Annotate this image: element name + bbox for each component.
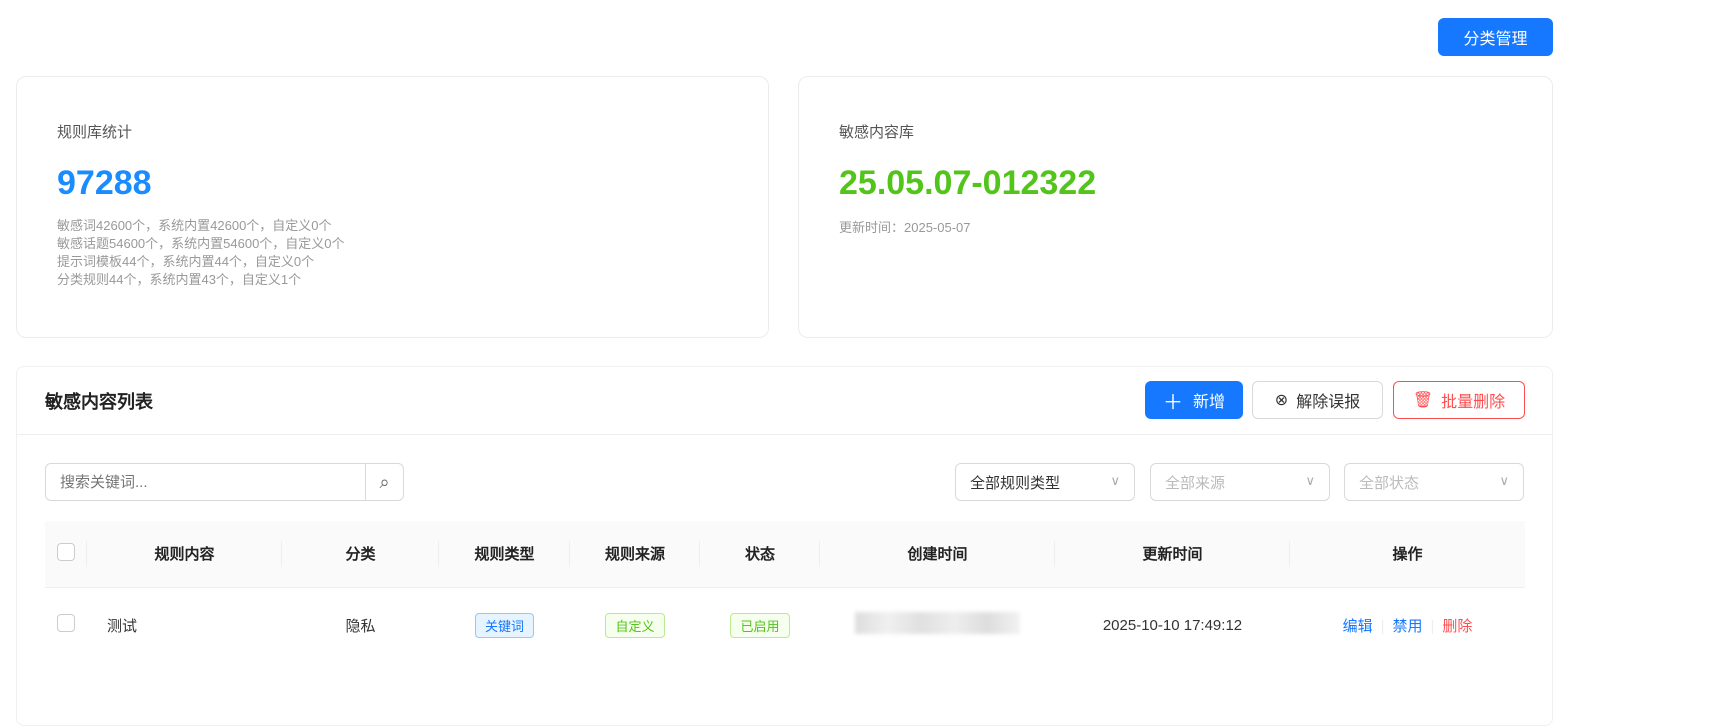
stat-line: 提示词模板44个，系统内置44个，自定义0个	[57, 254, 315, 269]
col-type: 规则类型	[439, 521, 570, 587]
created-time-redacted	[855, 612, 1020, 635]
chevron-down-icon: ∨	[1499, 473, 1509, 488]
type-tag: 关键词	[474, 612, 534, 638]
col-category: 分类	[282, 521, 439, 587]
stat-line: 敏感话题54600个，系统内置54600个，自定义0个	[57, 236, 345, 251]
total-count: 97288	[57, 164, 152, 202]
search-icon[interactable]: ⌕	[365, 464, 403, 500]
trash-icon: 🗑	[1412, 392, 1434, 409]
row-checkbox[interactable]	[57, 614, 75, 633]
select-all-checkbox[interactable]	[57, 542, 75, 561]
card-title: 敏感内容库	[839, 124, 915, 141]
plus-icon: ＋	[1162, 391, 1183, 414]
chevron-down-icon: ∨	[1305, 473, 1315, 488]
source-tag: 自定义	[605, 612, 665, 638]
library-version: 25.05.07-012322	[839, 164, 1097, 202]
col-updated: 更新时间	[1055, 521, 1290, 587]
update-time: 更新时间：2025-05-07	[839, 220, 971, 235]
col-actions: 操作	[1290, 521, 1525, 587]
library-card: 敏感内容库 25.05.07-012322 更新时间：2025-05-07	[798, 76, 1553, 338]
table-row: 测试 隐私 关键词 自定义 已启用 2025-10-10 17:49:12 编辑…	[45, 586, 1525, 663]
source-filter[interactable]: 全部来源 ∨	[1150, 463, 1330, 501]
sensitive-list-panel: 敏感内容列表 ＋新增 ⊗解除误报 🗑批量删除 ⌕ 全部规则类型∨ 全部来源∨ 全…	[16, 366, 1553, 726]
rule-category: 隐私	[282, 586, 439, 663]
rule-content: 测试	[87, 586, 282, 663]
search-box: ⌕	[45, 463, 404, 501]
status-filter[interactable]: 全部状态 ∨	[1344, 463, 1524, 501]
status-badge: 已启用	[730, 612, 790, 638]
stat-line: 分类规则44个，系统内置43个，自定义1个	[57, 272, 302, 287]
disable-link[interactable]: 禁用	[1392, 618, 1422, 635]
rule-stats-card: 规则库统计 97288 敏感词42600个，系统内置42600个，自定义0个 敏…	[16, 76, 769, 338]
card-title: 规则库统计	[57, 124, 133, 141]
col-content: 规则内容	[87, 521, 282, 587]
edit-link[interactable]: 编辑	[1343, 618, 1373, 635]
close-circle-icon: ⊗	[1274, 392, 1289, 409]
batch-delete-button[interactable]: 🗑 批量删除	[1393, 381, 1525, 419]
unflag-button[interactable]: ⊗ 解除误报	[1252, 381, 1383, 419]
rule-type-filter[interactable]: 全部规则类型 ∨	[955, 463, 1135, 501]
chevron-down-icon: ∨	[1110, 473, 1120, 488]
col-source: 规则来源	[570, 521, 700, 587]
updated-time: 2025-10-10 17:49:12	[1055, 586, 1290, 663]
rules-table: 规则内容 分类 规则类型 规则来源 状态 创建时间 更新时间 操作 测试 隐私 …	[45, 521, 1525, 663]
stat-line: 敏感词42600个，系统内置42600个，自定义0个	[57, 218, 332, 233]
col-status: 状态	[700, 521, 820, 587]
delete-link[interactable]: 删除	[1442, 618, 1472, 635]
add-button[interactable]: ＋新增	[1145, 381, 1243, 419]
search-input[interactable]	[46, 464, 365, 500]
table-header: 规则内容 分类 规则类型 规则来源 状态 创建时间 更新时间 操作	[45, 521, 1525, 587]
col-created: 创建时间	[820, 521, 1055, 587]
category-management-button[interactable]: 分类管理	[1438, 18, 1553, 56]
